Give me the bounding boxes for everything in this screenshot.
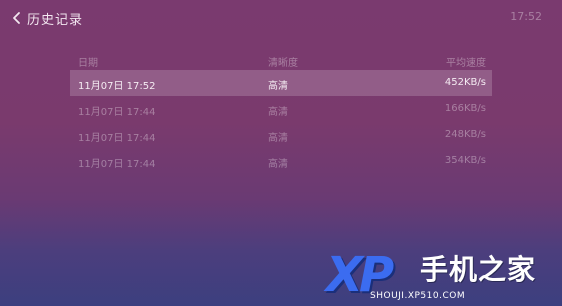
table-row[interactable]: 11月07日 17:44 高清 166KB/s bbox=[70, 96, 492, 122]
row-quality: 高清 bbox=[268, 107, 288, 118]
history-table: 日期 清晰度 平均速度 11月07日 17:52 高清 452KB/s 11月0… bbox=[70, 50, 492, 174]
top-bar: 历史记录 17:52 bbox=[0, 0, 562, 36]
row-quality: 高清 bbox=[268, 159, 288, 170]
chevron-left-icon bbox=[9, 10, 25, 26]
column-header-speed: 平均速度 bbox=[446, 58, 486, 69]
brand-url: SHOUJI.XP510.COM bbox=[370, 291, 466, 301]
row-date: 11月07日 17:44 bbox=[78, 107, 156, 118]
table-row[interactable]: 11月07日 17:44 高清 248KB/s bbox=[70, 122, 492, 148]
row-date: 11月07日 17:52 bbox=[78, 81, 156, 92]
table-row[interactable]: 11月07日 17:44 高清 354KB/s bbox=[70, 148, 492, 174]
row-quality: 高清 bbox=[268, 81, 288, 92]
watermark-logo: XP 手机之家 SHOUJI.XP510.COM bbox=[326, 250, 562, 306]
back-button[interactable]: 历史记录 bbox=[9, 8, 83, 28]
row-speed: 248KB/s bbox=[444, 129, 486, 140]
row-speed: 166KB/s bbox=[444, 103, 486, 114]
row-date: 11月07日 17:44 bbox=[78, 159, 156, 170]
row-date: 11月07日 17:44 bbox=[78, 133, 156, 144]
table-row[interactable]: 11月07日 17:52 高清 452KB/s bbox=[70, 70, 492, 96]
row-speed: 354KB/s bbox=[444, 155, 486, 166]
status-time: 17:52 bbox=[510, 10, 542, 23]
page-title: 历史记录 bbox=[27, 12, 84, 28]
table-header: 日期 清晰度 平均速度 bbox=[70, 50, 492, 70]
row-speed: 452KB/s bbox=[444, 77, 486, 88]
row-quality: 高清 bbox=[268, 133, 288, 144]
column-header-date: 日期 bbox=[78, 58, 98, 69]
column-header-quality: 清晰度 bbox=[268, 58, 298, 69]
brand-name: 手机之家 bbox=[420, 253, 537, 286]
